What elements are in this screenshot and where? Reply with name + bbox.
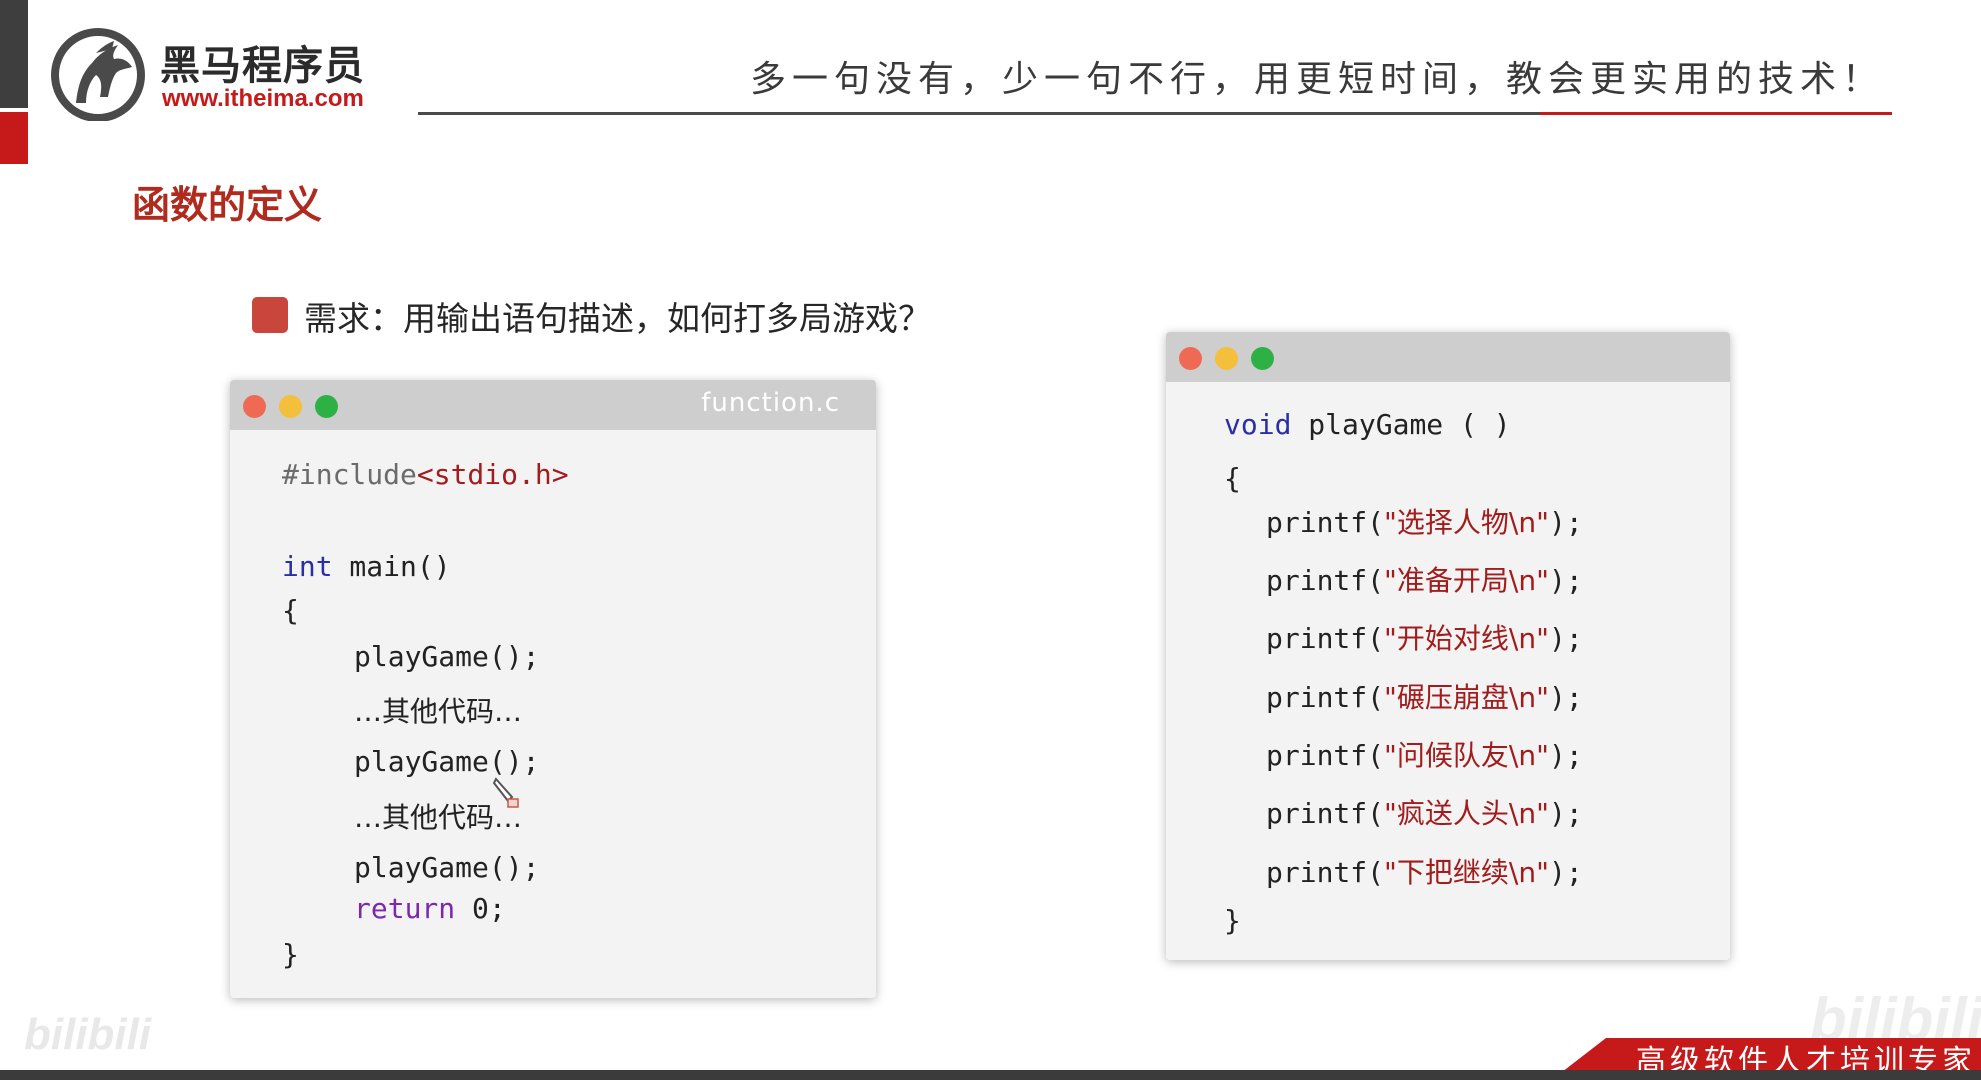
- printf-string: "开始对线\n": [1384, 622, 1549, 655]
- bilibili-watermark: bilibili: [24, 1010, 152, 1059]
- code-line-open-brace: {: [1224, 462, 1241, 495]
- printf-open: printf(: [1266, 564, 1385, 597]
- code-window-main: function.c #include<stdio.h> int main() …: [230, 380, 876, 998]
- printf-close: );: [1548, 681, 1583, 714]
- main-return-type: int: [282, 550, 333, 583]
- code-line-call-2: playGame();: [354, 745, 540, 778]
- printf-close: );: [1548, 739, 1583, 772]
- function-signature: playGame ( ): [1291, 408, 1511, 441]
- printf-open: printf(: [1266, 739, 1385, 772]
- accent-bar-dark: [0, 0, 28, 108]
- printf-close: );: [1548, 856, 1583, 889]
- code-line-printf-1: printf("选择人物\n");: [1266, 501, 1583, 541]
- requirement-text: 需求：用输出语句描述，如何打多局游戏？: [304, 299, 931, 338]
- code-window-playgame: void playGame ( ) { printf("选择人物\n"); pr…: [1166, 332, 1730, 960]
- printf-open: printf(: [1266, 622, 1385, 655]
- code-line-printf-3: printf("开始对线\n");: [1266, 617, 1583, 657]
- brand-name: 黑马程序员: [160, 43, 365, 89]
- printf-string: "碾压崩盘\n": [1384, 681, 1549, 714]
- include-directive: #include: [282, 458, 417, 491]
- brand-logo: 黑马程序员 www.itheima.com: [48, 25, 388, 125]
- code-line-call-3: playGame();: [354, 851, 540, 884]
- printf-open: printf(: [1266, 797, 1385, 830]
- printf-string: "下把继续\n": [1384, 856, 1549, 889]
- code-line-close-brace: }: [1224, 904, 1241, 937]
- include-header: <stdio.h>: [416, 458, 569, 491]
- main-signature: main(): [332, 550, 451, 583]
- code-line-printf-7: printf("下把继续\n");: [1266, 851, 1583, 891]
- brand-url: www.itheima.com: [162, 85, 364, 112]
- code-line-printf-2: printf("准备开局\n");: [1266, 559, 1583, 599]
- window-titlebar: function.c: [230, 380, 876, 430]
- printf-open: printf(: [1266, 681, 1385, 714]
- printf-string: "选择人物\n": [1384, 506, 1549, 539]
- footer-bar: [0, 1070, 1981, 1080]
- green-dot-icon: [315, 395, 338, 418]
- code-line-call-1: playGame();: [354, 640, 540, 673]
- yellow-dot-icon: [279, 395, 302, 418]
- code-line-other-1: …其他代码…: [354, 695, 523, 728]
- printf-close: );: [1548, 797, 1583, 830]
- code-line-printf-4: printf("碾压崩盘\n");: [1266, 676, 1583, 716]
- printf-open: printf(: [1266, 856, 1385, 889]
- bullet-square: [252, 297, 288, 333]
- return-keyword: return: [354, 892, 456, 925]
- section-title: 函数的定义: [132, 183, 323, 227]
- printf-close: );: [1548, 622, 1583, 655]
- code-line-include: #include<stdio.h>: [282, 458, 569, 491]
- code-line-open-brace: {: [282, 594, 299, 627]
- yellow-dot-icon: [1215, 347, 1238, 370]
- code-line-return: return 0;: [354, 892, 506, 925]
- pen-cursor-icon: [492, 777, 519, 808]
- function-return-type: void: [1224, 408, 1292, 441]
- printf-string: "准备开局\n": [1384, 564, 1549, 597]
- green-dot-icon: [1251, 347, 1274, 370]
- printf-string: "疯送人头\n": [1384, 797, 1549, 830]
- printf-string: "问候队友\n": [1384, 739, 1549, 772]
- window-filename: function.c: [701, 388, 840, 418]
- code-line-function-header: void playGame ( ): [1224, 408, 1511, 441]
- horse-head-logo-icon: [51, 28, 145, 121]
- code-line-main: int main(): [282, 550, 451, 583]
- header-divider: [418, 112, 1540, 115]
- code-line-close-brace: }: [282, 938, 299, 971]
- red-dot-icon: [1179, 347, 1202, 370]
- printf-open: printf(: [1266, 506, 1385, 539]
- accent-bar-red: [0, 112, 28, 164]
- code-line-printf-5: printf("问候队友\n");: [1266, 734, 1583, 774]
- code-line-printf-6: printf("疯送人头\n");: [1266, 792, 1583, 832]
- header-divider-accent: [1540, 112, 1892, 115]
- red-dot-icon: [243, 395, 266, 418]
- window-titlebar: [1166, 332, 1730, 382]
- return-value: 0;: [455, 892, 506, 925]
- printf-close: );: [1548, 564, 1583, 597]
- slogan: 多一句没有，少一句不行，用更短时间，教会更实用的技术！: [750, 59, 1885, 100]
- printf-close: );: [1548, 506, 1583, 539]
